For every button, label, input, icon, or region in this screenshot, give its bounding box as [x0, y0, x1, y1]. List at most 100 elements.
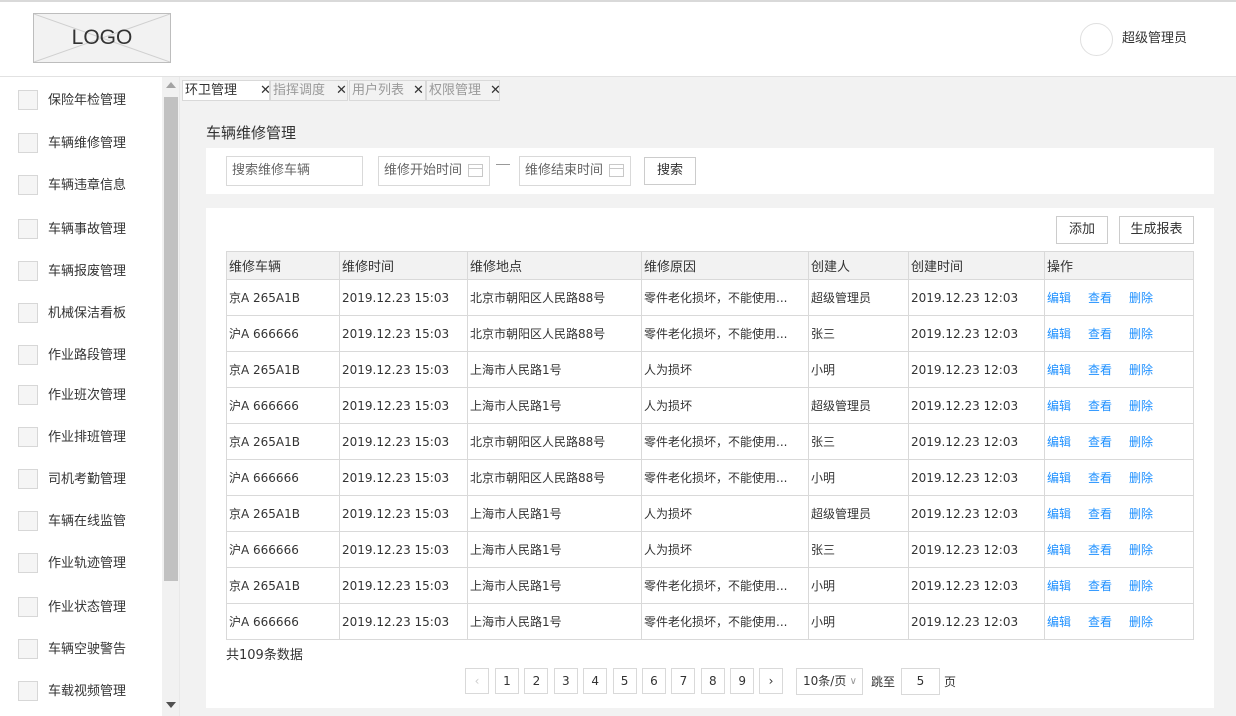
view-link[interactable]: 查看 [1088, 363, 1112, 377]
avatar[interactable] [1080, 23, 1113, 56]
page-button[interactable]: 1 [495, 668, 519, 694]
start-date-input[interactable]: 维修开始时间 [378, 156, 490, 186]
sidebar-scrollbar[interactable] [162, 77, 179, 716]
view-link[interactable]: 查看 [1088, 507, 1112, 521]
edit-link[interactable]: 编辑 [1047, 435, 1071, 449]
view-link[interactable]: 查看 [1088, 291, 1112, 305]
view-link[interactable]: 查看 [1088, 327, 1112, 341]
view-link[interactable]: 查看 [1088, 471, 1112, 485]
edit-link[interactable]: 编辑 [1047, 363, 1071, 377]
username[interactable]: 超级管理员 [1122, 30, 1187, 48]
sidebar-item-label: 作业轨迹管理 [48, 556, 127, 571]
sidebar-item[interactable]: 作业路段管理 [0, 345, 160, 371]
column-header: 创建时间 [908, 251, 1045, 280]
sidebar-item[interactable]: 车辆违章信息 [0, 175, 160, 201]
edit-link[interactable]: 编辑 [1047, 579, 1071, 593]
table-cell: 超级管理员 [808, 279, 909, 316]
scroll-thumb[interactable] [164, 97, 178, 581]
sidebar-item[interactable]: 车载视频管理 [0, 681, 160, 707]
sidebar-item[interactable]: 作业轨迹管理 [0, 553, 160, 579]
add-button[interactable]: 添加 [1056, 216, 1108, 244]
view-link[interactable]: 查看 [1088, 615, 1112, 629]
edit-link[interactable]: 编辑 [1047, 615, 1071, 629]
sidebar-item[interactable]: 作业状态管理 [0, 597, 160, 623]
sidebar-item[interactable]: 司机考勤管理 [0, 469, 160, 495]
app: LOGO 超级管理员 保险年检管理 车辆维修管理 车辆违章信息 车辆事故管理 车辆报废管… [0, 0, 1236, 716]
view-link[interactable]: 查看 [1088, 543, 1112, 557]
delete-link[interactable]: 删除 [1129, 327, 1153, 341]
scroll-down-arrow-icon[interactable] [166, 702, 176, 708]
sidebar-item[interactable]: 车辆报废管理 [0, 261, 160, 287]
delete-link[interactable]: 删除 [1129, 579, 1153, 593]
column-header: 创建人 [808, 251, 909, 280]
sidebar-item-label: 车辆事故管理 [48, 222, 127, 237]
sidebar-item-label: 司机考勤管理 [48, 472, 127, 487]
delete-link[interactable]: 删除 [1129, 399, 1153, 413]
delete-link[interactable]: 删除 [1129, 615, 1153, 629]
search-button[interactable]: 搜索 [644, 157, 696, 185]
sidebar-item-label: 作业路段管理 [48, 348, 127, 363]
page-button[interactable]: 9 [730, 668, 755, 694]
close-icon[interactable]: ✕ [336, 81, 347, 100]
table-cell: 上海市人民路1号 [467, 531, 642, 568]
page-button[interactable]: 3 [553, 668, 578, 694]
sidebar-item[interactable]: 机械保洁看板 [0, 303, 160, 329]
tab-4[interactable]: 权限管理 ✕ [426, 80, 501, 101]
date-range-separator [496, 164, 510, 165]
table-cell: 2019.12.23 12:03 [908, 423, 1045, 460]
delete-link[interactable]: 删除 [1129, 435, 1153, 449]
table-cell: 2019.12.23 12:03 [908, 387, 1045, 424]
menu-item-icon [18, 175, 38, 195]
delete-link[interactable]: 删除 [1129, 291, 1153, 305]
tab-1[interactable]: 环卫管理 ✕ [182, 80, 271, 101]
sidebar-item[interactable]: 车辆在线监管 [0, 511, 160, 537]
jump-page-input[interactable]: 5 [901, 668, 940, 695]
table-cell: 2019.12.23 15:03 [339, 567, 468, 604]
table-cell: 京A 265A1B [226, 423, 340, 460]
sidebar-item[interactable]: 车辆事故管理 [0, 219, 160, 245]
menu-item-icon [18, 427, 38, 447]
prev-page-icon[interactable]: ‹ [465, 668, 489, 694]
chevron-down-icon: ∨ [849, 676, 857, 687]
sidebar: 保险年检管理 车辆维修管理 车辆违章信息车辆事故管理车辆报废管理 机械保洁看板作业路段… [0, 77, 180, 716]
sidebar-item[interactable]: 车辆空驶警告 [0, 639, 160, 665]
page-button[interactable]: 8 [700, 668, 725, 694]
close-icon[interactable]: ✕ [413, 81, 424, 100]
page-button[interactable]: 5 [612, 668, 637, 694]
view-link[interactable]: 查看 [1088, 399, 1112, 413]
edit-link[interactable]: 编辑 [1047, 543, 1071, 557]
scroll-up-arrow-icon[interactable] [166, 82, 176, 88]
close-icon[interactable]: ✕ [490, 81, 501, 100]
page-button[interactable]: 6 [642, 668, 666, 694]
sidebar-item[interactable]: 作业班次管理 [0, 385, 160, 411]
view-link[interactable]: 查看 [1088, 579, 1112, 593]
column-header: 维修地点 [467, 251, 642, 280]
page-button[interactable]: 4 [583, 668, 608, 694]
view-link[interactable]: 查看 [1088, 435, 1112, 449]
vehicle-search-input[interactable]: 搜索维修车辆 [226, 156, 363, 186]
page-button[interactable]: 2 [524, 668, 549, 694]
tab-3[interactable]: 用户列表 ✕ [349, 80, 426, 101]
table-cell: 2019.12.23 12:03 [908, 459, 1045, 496]
table-row: 京A 265A1B 2019.12.23 15:03 上海市人民路1号 零件老化损坏，… [226, 567, 1194, 604]
sidebar-item[interactable]: 保险年检管理 [0, 90, 160, 116]
delete-link[interactable]: 删除 [1129, 507, 1153, 521]
delete-link[interactable]: 删除 [1129, 363, 1153, 377]
delete-link[interactable]: 删除 [1129, 471, 1153, 485]
table-cell: 小明 [808, 567, 909, 604]
end-date-input[interactable]: 维修结束时间 [519, 156, 631, 186]
edit-link[interactable]: 编辑 [1047, 507, 1071, 521]
page-button[interactable]: 7 [671, 668, 696, 694]
tab-2[interactable]: 指挥调度 ✕ [270, 80, 348, 101]
edit-link[interactable]: 编辑 [1047, 471, 1071, 485]
delete-link[interactable]: 删除 [1129, 543, 1153, 557]
edit-link[interactable]: 编辑 [1047, 399, 1071, 413]
edit-link[interactable]: 编辑 [1047, 291, 1071, 305]
table-cell: 京A 265A1B [226, 495, 340, 532]
generate-report-button[interactable]: 生成报表 [1119, 216, 1194, 244]
next-page-icon[interactable]: › [759, 668, 783, 694]
page-size-select[interactable]: 10条/页 ∨ [796, 668, 863, 695]
sidebar-item[interactable]: 作业排班管理 [0, 427, 160, 453]
sidebar-item[interactable]: 车辆维修管理 [0, 133, 160, 159]
edit-link[interactable]: 编辑 [1047, 327, 1071, 341]
